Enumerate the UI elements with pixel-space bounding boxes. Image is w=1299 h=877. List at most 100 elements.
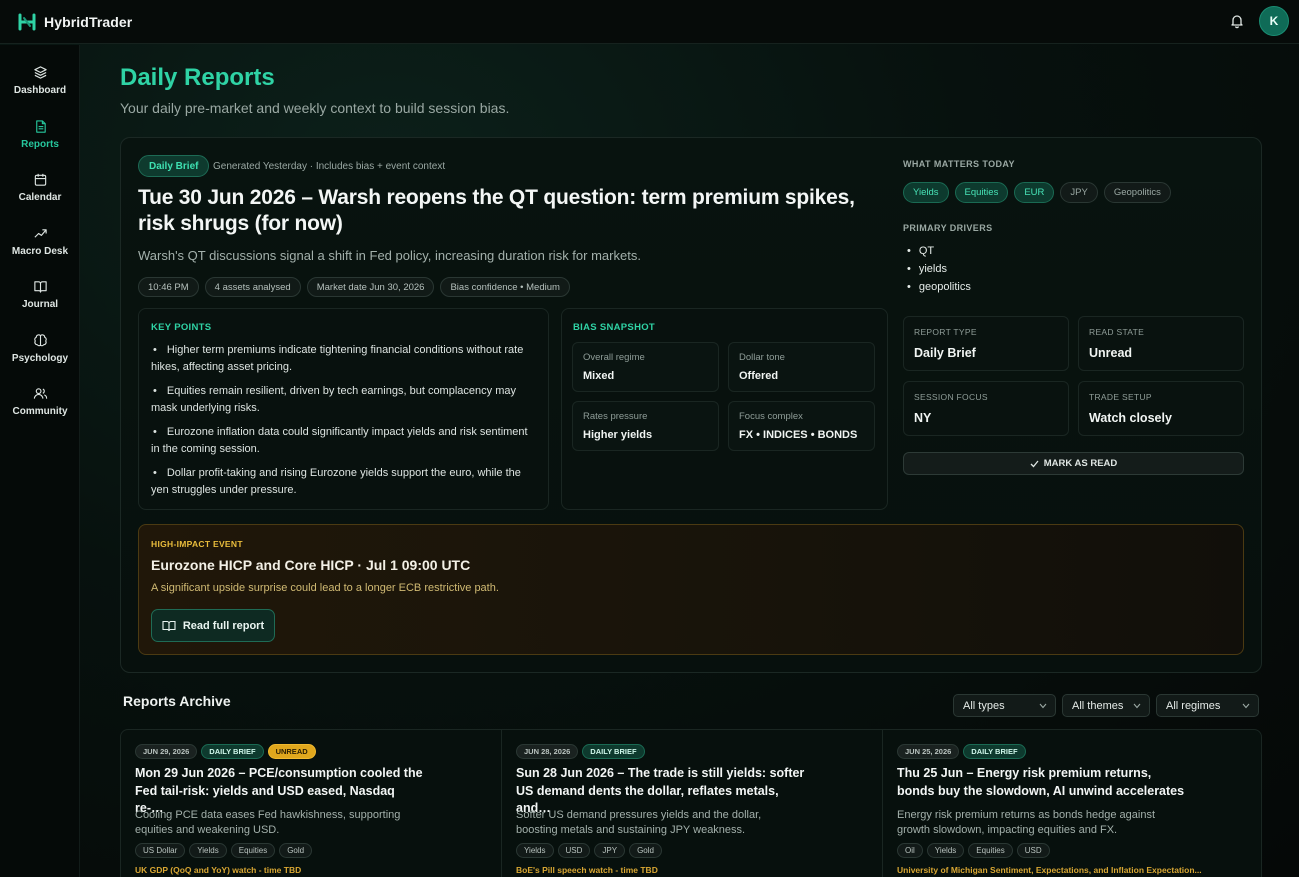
meta-value: Daily Brief [914, 346, 976, 360]
key-point: Higher term premiums indicate tightening… [151, 342, 536, 376]
meta-value: NY [914, 411, 932, 425]
theme-filter-select[interactable]: All themes [1062, 694, 1150, 717]
bias-label: Overall regime [583, 352, 645, 363]
card-tag: Gold [279, 843, 313, 858]
meta-value: Unread [1089, 346, 1133, 360]
report-type-cell: REPORT TYPE Daily Brief [903, 316, 1069, 371]
archive-card[interactable]: JUN 28, 2026 DAILY BRIEF Sun 28 Jun 2026… [516, 729, 866, 877]
meta-label: SESSION FOCUS [914, 392, 988, 402]
card-watch-note: BoE's Pill speech watch - time TBD [516, 865, 658, 875]
nav-dashboard[interactable]: Dashboard [0, 65, 80, 111]
key-points-panel: KEY POINTS Higher term premiums indicate… [138, 308, 549, 510]
nav-calendar[interactable]: Calendar [0, 172, 80, 218]
bias-label: Dollar tone [739, 352, 785, 363]
driver-item: QT [907, 242, 971, 260]
app-name: HybridTrader [44, 13, 133, 30]
card-tag: Equities [968, 843, 1013, 858]
calendar-icon [34, 173, 46, 186]
driver-item: geopolitics [907, 278, 971, 296]
meta-label: TRADE SETUP [1089, 392, 1152, 402]
nav-community[interactable]: Community [0, 386, 80, 432]
select-value: All types [963, 699, 1005, 712]
user-avatar[interactable]: K [1259, 6, 1289, 36]
primary-drivers-list: QT yields geopolitics [907, 242, 971, 296]
theme-tag[interactable]: Yields [903, 182, 949, 203]
card-title[interactable]: Thu 25 Jun – Energy risk premium returns… [897, 765, 1187, 800]
nav-label: Macro Desk [11, 246, 69, 257]
report-headline[interactable]: Tue 30 Jun 2026 – Warsh reopens the QT q… [138, 185, 878, 237]
card-summary: Softer US demand pressures yields and th… [516, 809, 762, 836]
card-tag: Yields [189, 843, 227, 858]
trade-setup-cell: TRADE SETUP Watch closely [1078, 381, 1244, 436]
check-icon [1030, 460, 1039, 467]
theme-tag[interactable]: Equities [954, 182, 1009, 203]
card-tag: USD [557, 843, 591, 858]
read-state-cell: READ STATE Unread [1078, 316, 1244, 371]
archive-card[interactable]: JUN 25, 2026 DAILY BRIEF Thu 25 Jun – En… [897, 729, 1247, 877]
regime-filter-select[interactable]: All regimes [1156, 694, 1259, 717]
mark-as-read-button[interactable]: MARK AS READ [903, 452, 1244, 475]
nav-label: Journal [21, 299, 59, 310]
bias-rates-pressure: Rates pressure Higher yields [572, 401, 719, 451]
session-focus-cell: SESSION FOCUS NY [903, 381, 1069, 436]
bias-snapshot-title: BIAS SNAPSHOT [573, 322, 656, 333]
theme-tag[interactable]: JPY [1060, 182, 1098, 203]
nav-label: Calendar [18, 192, 62, 203]
time-chip: 10:46 PM [138, 277, 199, 297]
book-icon [33, 281, 47, 293]
archive-card[interactable]: JUN 29, 2026 DAILY BRIEF UNREAD Mon 29 J… [135, 729, 485, 877]
card-date-badge: JUN 29, 2026 [135, 744, 198, 759]
report-summary: Warsh's QT discussions signal a shift in… [138, 248, 641, 263]
key-points-title: KEY POINTS [151, 322, 212, 333]
select-value: All regimes [1166, 699, 1221, 712]
card-watch-note: UK GDP (QoQ and YoY) watch - time TBD [135, 865, 302, 875]
bias-value: Higher yields [583, 429, 653, 441]
driver-item: yields [907, 260, 971, 278]
read-full-report-button[interactable]: Read full report [151, 609, 275, 642]
meta-label: REPORT TYPE [914, 327, 977, 337]
market-date-chip: Market date Jun 30, 2026 [306, 277, 435, 297]
page-subtitle: Your daily pre-market and weekly context… [120, 100, 510, 116]
card-summary: Cooling PCE data eases Fed hawkishness, … [135, 809, 401, 836]
bias-value: FX • INDICES • BONDS [739, 429, 858, 441]
mark-as-read-label: MARK AS READ [1043, 458, 1118, 469]
bias-overall-regime: Overall regime Mixed [572, 342, 719, 392]
confidence-chip: Bias confidence • Medium [440, 277, 570, 297]
key-point: Dollar profit-taking and rising Eurozone… [151, 465, 536, 499]
card-divider [882, 730, 883, 877]
bias-focus-complex: Focus complex FX • INDICES • BONDS [728, 401, 875, 451]
card-tag: JPY [594, 843, 626, 858]
sidebar: Dashboard Reports Calendar Macro Desk Jo… [0, 45, 80, 877]
theme-tag[interactable]: Geopolitics [1103, 182, 1171, 203]
trend-icon [33, 229, 47, 238]
card-date-badge: JUN 28, 2026 [516, 744, 579, 759]
bias-snapshot-panel: BIAS SNAPSHOT Overall regime Mixed Dolla… [561, 308, 888, 510]
archive-title: Reports Archive [123, 693, 231, 709]
bias-label: Focus complex [739, 411, 803, 422]
nav-reports[interactable]: Reports [0, 119, 80, 165]
nav-macro-desk[interactable]: Macro Desk [0, 226, 80, 272]
type-filter-select[interactable]: All types [953, 694, 1056, 717]
assets-chip: 4 assets analysed [204, 277, 301, 297]
nav-journal[interactable]: Journal [0, 279, 80, 325]
card-watch-note: University of Michigan Sentiment, Expect… [897, 865, 1202, 875]
event-description: A significant upside surprise could lead… [151, 582, 499, 594]
high-impact-event-panel: HIGH-IMPACT EVENT Eurozone HICP and Core… [138, 524, 1244, 655]
card-date-badge: JUN 25, 2026 [897, 744, 960, 759]
read-full-report-label: Read full report [182, 619, 265, 632]
card-type-badge: DAILY BRIEF [963, 744, 1026, 759]
card-tag: Oil [897, 843, 923, 858]
app-logo[interactable]: HybridTrader [18, 13, 132, 31]
brain-icon [33, 334, 47, 347]
what-matters-title: WHAT MATTERS TODAY [903, 159, 1015, 169]
bell-icon[interactable] [1229, 13, 1245, 29]
card-summary: Energy risk premium returns as bonds hed… [897, 809, 1156, 836]
theme-tag[interactable]: EUR [1014, 182, 1055, 203]
meta-value: Watch closely [1089, 411, 1172, 425]
logo-icon [18, 13, 36, 30]
card-tag: Yields [926, 843, 965, 858]
page-title: Daily Reports [120, 64, 275, 91]
select-value: All themes [1072, 699, 1124, 712]
nav-psychology[interactable]: Psychology [0, 333, 80, 379]
nav-label: Psychology [11, 353, 69, 364]
